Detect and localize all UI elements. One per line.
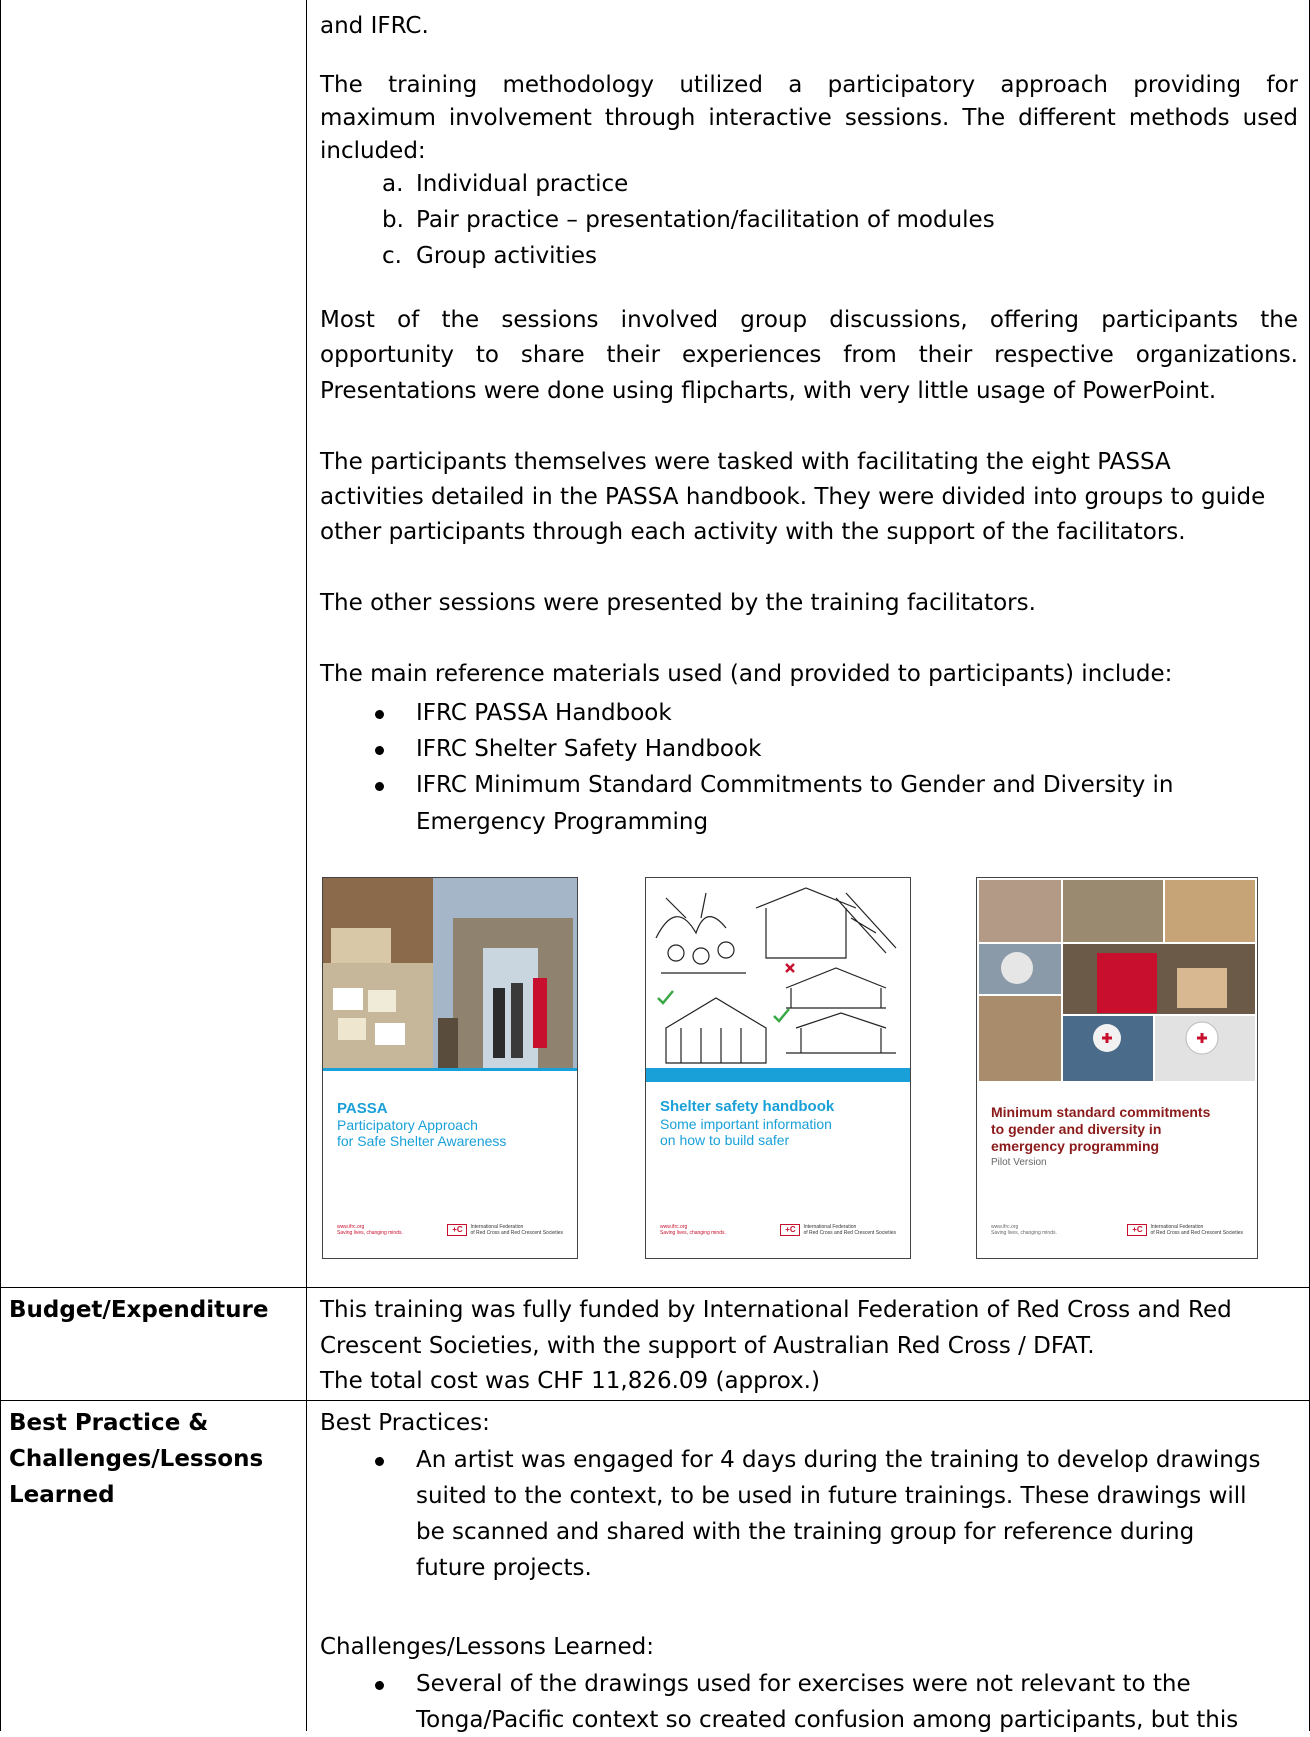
intro-tail-text: and IFRC.	[320, 13, 429, 39]
cover-footer-left: www.ifrc.org Saving lives, changing minds…	[337, 1224, 403, 1236]
cover-footer-right: +C International Federation of Red Cross a…	[780, 1224, 896, 1236]
shelter-drawing-illustration	[646, 878, 910, 1068]
sessions-paragraph-line: Most of the sessions involved group disc…	[320, 307, 1298, 333]
budget-text-line: Crescent Societies, with the support of …	[320, 1333, 1095, 1359]
best-practice-item-line: be scanned and shared with the training …	[416, 1519, 1195, 1545]
passa-handbook-cover: PASSA Participatory Approach for Safe Sh…	[322, 877, 578, 1259]
participants-paragraph-line: other participants through each activity…	[320, 519, 1186, 545]
methodology-paragraph-line: The training methodology utilized a part…	[320, 72, 1298, 98]
list-marker: a.	[382, 171, 404, 197]
red-cross-logo-icon: +C	[780, 1224, 801, 1236]
challenge-item-line: Tonga/Pacific context so created confusi…	[416, 1707, 1239, 1733]
methodology-paragraph-line: included:	[320, 138, 426, 164]
list-item: IFRC Minimum Standard Commitments to Gen…	[416, 772, 1174, 798]
budget-label: Budget/Expenditure	[9, 1297, 269, 1323]
commitments-cover-title: Minimum standard commitments	[991, 1104, 1211, 1120]
shelter-cover-accent-bar	[646, 1068, 910, 1082]
red-cross-logo-icon: +C	[447, 1224, 468, 1236]
cover-footer-left: www.ifrc.org Saving lives, changing minds…	[660, 1224, 726, 1236]
methodology-paragraph-line: maximum involvement through interactive …	[320, 105, 1298, 131]
best-practices-heading: Best Practices:	[320, 1410, 490, 1436]
list-item: IFRC PASSA Handbook	[416, 700, 672, 726]
bullet-icon	[375, 1457, 384, 1466]
list-marker: b.	[382, 207, 404, 233]
materials-intro-text: The main reference materials used (and p…	[320, 661, 1173, 687]
gender-diversity-commitments-cover: Minimum standard commitments to gender a…	[976, 877, 1258, 1259]
bullet-icon	[375, 746, 384, 755]
bullet-icon	[375, 782, 384, 791]
bullet-icon	[375, 710, 384, 719]
row-divider-best-practice	[0, 1400, 1310, 1401]
list-item: Pair practice – presentation/facilitatio…	[416, 207, 995, 233]
table-left-border	[0, 0, 1, 1731]
shelter-safety-handbook-cover: Shelter safety handbook Some important i…	[645, 877, 911, 1259]
shelter-cover-subtitle: on how to build safer	[660, 1132, 790, 1148]
sessions-paragraph-line: Presentations were done using flipcharts…	[320, 378, 1217, 404]
bullet-icon	[375, 1681, 384, 1690]
list-item: Individual practice	[416, 171, 629, 197]
other-sessions-text: The other sessions were presented by the…	[320, 590, 1036, 616]
best-practice-item-line: An artist was engaged for 4 days during …	[416, 1447, 1261, 1473]
list-marker: c.	[382, 243, 402, 269]
table-column-divider	[306, 0, 307, 1731]
red-cross-logo-icon: +C	[1127, 1224, 1148, 1236]
sessions-paragraph-line: opportunity to share their experiences f…	[320, 342, 1298, 368]
budget-text-line: This training was fully funded by Intern…	[320, 1297, 1232, 1323]
challenges-heading: Challenges/Lessons Learned:	[320, 1634, 654, 1660]
list-item-continuation: Emergency Programming	[416, 809, 709, 835]
passa-cover-title: PASSA	[337, 1100, 388, 1117]
passa-cover-subtitle: for Safe Shelter Awareness	[337, 1133, 507, 1149]
cover-footer-left: www.ifrc.org Saving lives, changing minds…	[991, 1224, 1057, 1236]
passa-cover-accent-bar	[323, 1068, 577, 1071]
shelter-cover-title: Shelter safety handbook	[660, 1098, 835, 1115]
commitments-cover-title: emergency programming	[991, 1138, 1160, 1154]
passa-cover-photo	[323, 878, 577, 1068]
participants-paragraph-line: The participants themselves were tasked …	[320, 449, 1171, 475]
gender-diversity-photo-collage	[977, 878, 1257, 1083]
row-divider-budget	[0, 1287, 1310, 1288]
best-practice-label: Challenges/Lessons	[9, 1446, 264, 1472]
best-practice-item-line: future projects.	[416, 1555, 592, 1581]
best-practice-item-line: suited to the context, to be used in fut…	[416, 1483, 1247, 1509]
list-item: Group activities	[416, 243, 598, 269]
cover-footer-right: +C International Federation of Red Cross a…	[447, 1224, 563, 1236]
best-practice-label: Best Practice &	[9, 1410, 209, 1436]
cover-footer-right: +C International Federation of Red Cross a…	[1127, 1224, 1243, 1236]
list-item: IFRC Shelter Safety Handbook	[416, 736, 762, 762]
commitments-cover-pilot-label: Pilot Version	[991, 1157, 1047, 1168]
shelter-cover-subtitle: Some important information	[660, 1116, 832, 1132]
best-practice-label: Learned	[9, 1482, 115, 1508]
passa-cover-subtitle: Participatory Approach	[337, 1117, 478, 1133]
budget-total-line: The total cost was CHF 11,826.09 (approx…	[320, 1368, 820, 1394]
commitments-cover-title: to gender and diversity in	[991, 1121, 1162, 1137]
participants-paragraph-line: activities detailed in the PASSA handboo…	[320, 484, 1266, 510]
challenge-item-line: Several of the drawings used for exercis…	[416, 1671, 1191, 1697]
